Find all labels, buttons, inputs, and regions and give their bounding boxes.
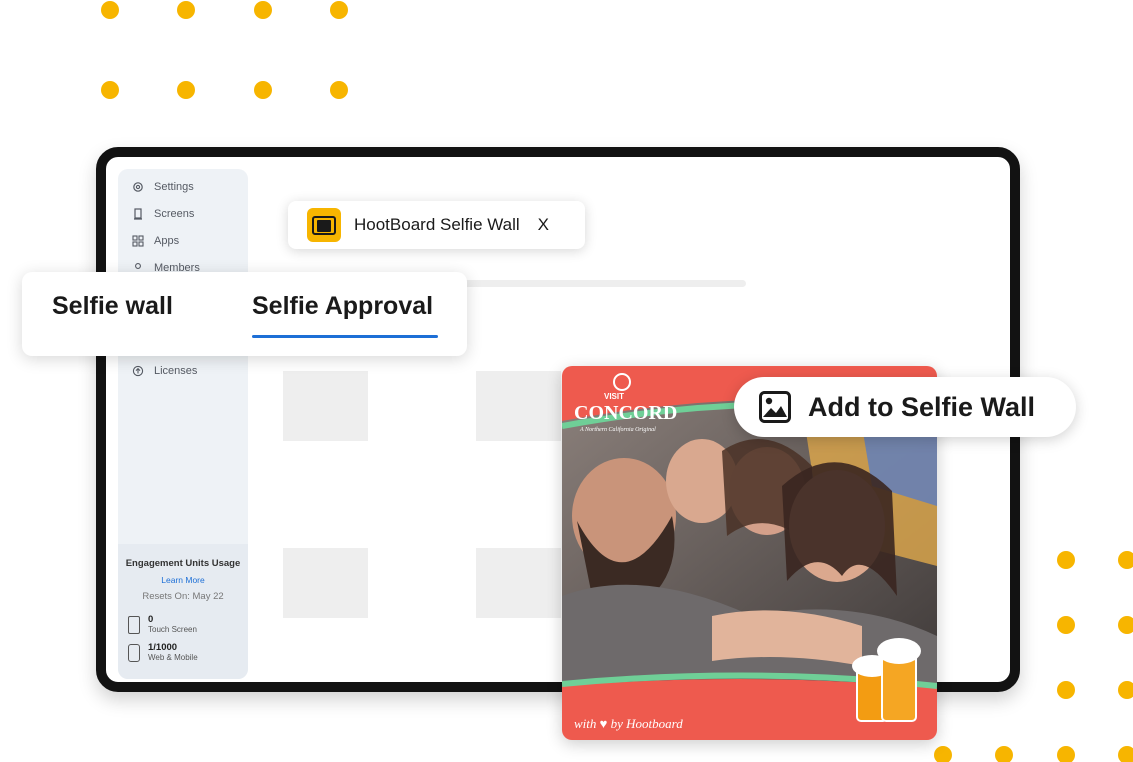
- photo-footer: with ♥ by Hootboard: [574, 716, 683, 731]
- sidebar-item-label: Settings: [154, 180, 194, 193]
- placeholder-tile: [476, 548, 561, 618]
- sidebar-nav: Settings Screens Apps Members: [118, 173, 248, 281]
- grid-icon: [132, 234, 144, 247]
- decor-dot: [254, 1, 272, 19]
- usage-panel: Engagement Units Usage Learn More Resets…: [118, 544, 248, 679]
- decor-dot: [101, 81, 119, 99]
- decor-dot: [1057, 746, 1075, 762]
- sidebar-licenses-wrap: Licenses: [118, 357, 248, 384]
- usage-touch-row: 0 Touch Screen: [118, 614, 248, 634]
- image-icon: [758, 390, 792, 424]
- sidebar-item-label: Apps: [154, 234, 180, 247]
- decor-dot: [1057, 551, 1075, 569]
- decor-dot: [1057, 681, 1075, 699]
- learn-more-link[interactable]: Learn More: [118, 575, 248, 585]
- add-to-selfie-wall-button[interactable]: Add to Selfie Wall: [734, 377, 1076, 437]
- usage-web-label: Web & Mobile: [148, 653, 198, 662]
- add-to-selfie-wall-label: Add to Selfie Wall: [808, 391, 1036, 422]
- brand-sub: A Northern California Original: [579, 426, 656, 433]
- arrow-up-circle-icon: [132, 365, 144, 377]
- decor-dot: [101, 1, 119, 19]
- placeholder-tile: [476, 371, 561, 441]
- decor-dot: [177, 1, 195, 19]
- tab-selfie-approval[interactable]: Selfie Approval: [252, 292, 433, 321]
- usage-touch-label: Touch Screen: [148, 625, 197, 634]
- close-button[interactable]: X: [538, 215, 549, 235]
- decor-dot: [1118, 681, 1133, 699]
- decor-dot: [330, 81, 348, 99]
- sidebar-item-settings[interactable]: Settings: [118, 173, 248, 200]
- sidebar-item-apps[interactable]: Apps: [118, 227, 248, 254]
- sidebar-item-screens[interactable]: Screens: [118, 200, 248, 227]
- usage-web-value: 1/1000: [148, 642, 178, 653]
- sidebar: Settings Screens Apps Members Licenses E…: [118, 169, 248, 679]
- gear-icon: [132, 181, 144, 193]
- decor-dot: [330, 1, 348, 19]
- decor-dot: [254, 81, 272, 99]
- decor-dot: [995, 746, 1013, 762]
- sidebar-item-label: Screens: [154, 207, 195, 220]
- decor-dot: [177, 81, 195, 99]
- usage-reset-date: Resets On: May 22: [142, 591, 224, 602]
- mobile-icon: [128, 644, 140, 662]
- placeholder-tile: [283, 548, 368, 618]
- screen-icon: [132, 207, 144, 220]
- app-name: HootBoard Selfie Wall: [354, 215, 520, 234]
- tabs-card: Selfie wall Selfie Approval: [22, 272, 467, 356]
- app-chip: HootBoard Selfie Wall X: [288, 201, 585, 249]
- decor-dot: [934, 746, 952, 762]
- touch-screen-icon: [128, 616, 140, 634]
- decor-dot: [1118, 551, 1133, 569]
- brand-top: VISIT: [604, 392, 624, 401]
- decor-dot: [1057, 616, 1075, 634]
- decor-dot: [1118, 746, 1133, 762]
- decor-dot: [1118, 616, 1133, 634]
- active-tab-indicator: [252, 335, 438, 338]
- brand-main: CONCORD: [574, 402, 677, 424]
- usage-web-row: 1/1000 Web & Mobile: [118, 642, 248, 662]
- stage: Settings Screens Apps Members Licenses E…: [0, 0, 1133, 762]
- usage-touch-value: 0: [148, 614, 154, 625]
- selfie-wall-app-icon: [307, 208, 341, 242]
- usage-title: Engagement Units Usage: [125, 558, 241, 569]
- sidebar-item-label: Licenses: [154, 364, 198, 377]
- sidebar-item-licenses[interactable]: Licenses: [118, 357, 248, 384]
- placeholder-tile: [283, 371, 368, 441]
- tab-selfie-wall[interactable]: Selfie wall: [52, 292, 173, 321]
